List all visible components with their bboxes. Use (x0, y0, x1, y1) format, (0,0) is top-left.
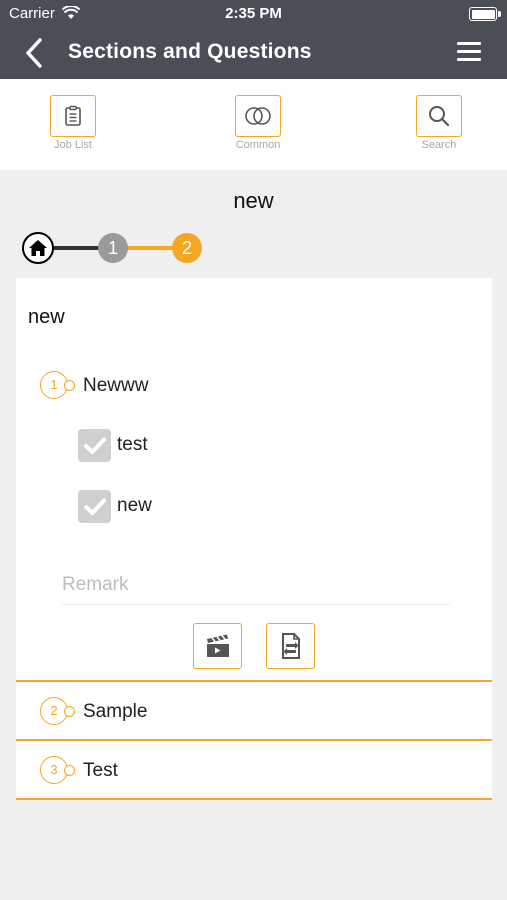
question-row-3[interactable]: 3 Test (16, 741, 492, 799)
stepper-connector-active (126, 245, 176, 250)
question-label: Test (83, 760, 118, 781)
question-label: Sample (83, 701, 148, 722)
question-number-badge: 3 (40, 756, 75, 784)
battery-icon (469, 7, 501, 21)
nav-bar: Sections and Questions (0, 28, 507, 78)
remark-input[interactable] (62, 566, 450, 605)
checkmark-icon (83, 437, 106, 454)
question-label: Newww (83, 375, 149, 396)
checkbox[interactable] (78, 490, 111, 523)
clipboard-icon (50, 95, 96, 137)
job-list-label: Job List (54, 139, 92, 151)
section-stepper: 1 2 (22, 231, 222, 265)
option-label: test (117, 434, 148, 455)
question-number-badge: 1 (40, 371, 75, 399)
chevron-left-icon (26, 38, 42, 68)
clock: 2:35 PM (225, 5, 282, 22)
checkbox[interactable] (78, 429, 111, 462)
checkmark-icon (83, 498, 106, 515)
top-bar: Carrier 2:35 PM Sections and Questions (0, 0, 507, 79)
card-title: new (28, 306, 65, 328)
attach-video-button[interactable] (193, 623, 242, 669)
search-icon (416, 95, 462, 137)
common-button[interactable]: Common (223, 95, 293, 151)
option-label: new (117, 495, 152, 516)
file-transfer-icon (281, 633, 300, 659)
step-2-button[interactable]: 2 (172, 233, 202, 263)
divider (16, 798, 492, 800)
page-title: Sections and Questions (68, 40, 312, 63)
overlap-circles-icon (235, 95, 281, 137)
status-bar: Carrier 2:35 PM (0, 0, 507, 28)
question-row-2[interactable]: 2 Sample (16, 682, 492, 740)
attach-file-button[interactable] (266, 623, 315, 669)
question-number-badge: 2 (40, 697, 75, 725)
step-1-button[interactable]: 1 (98, 233, 128, 263)
section-title: new (233, 188, 274, 213)
back-button[interactable] (22, 36, 50, 70)
hamburger-menu-button[interactable] (457, 42, 481, 62)
questions-card: new 1 Newww test new Remark 2 Sample 3 T… (16, 278, 492, 800)
search-label: Search (421, 139, 457, 151)
home-step-button[interactable] (22, 232, 54, 264)
search-button[interactable]: Search (404, 95, 474, 151)
common-label: Common (235, 139, 281, 151)
video-clapper-icon (206, 634, 229, 657)
question-row-1[interactable]: 1 Newww (16, 356, 492, 414)
toolbar: Job List Common Search (0, 79, 507, 170)
job-list-button[interactable]: Job List (38, 95, 108, 151)
home-icon (29, 240, 47, 256)
